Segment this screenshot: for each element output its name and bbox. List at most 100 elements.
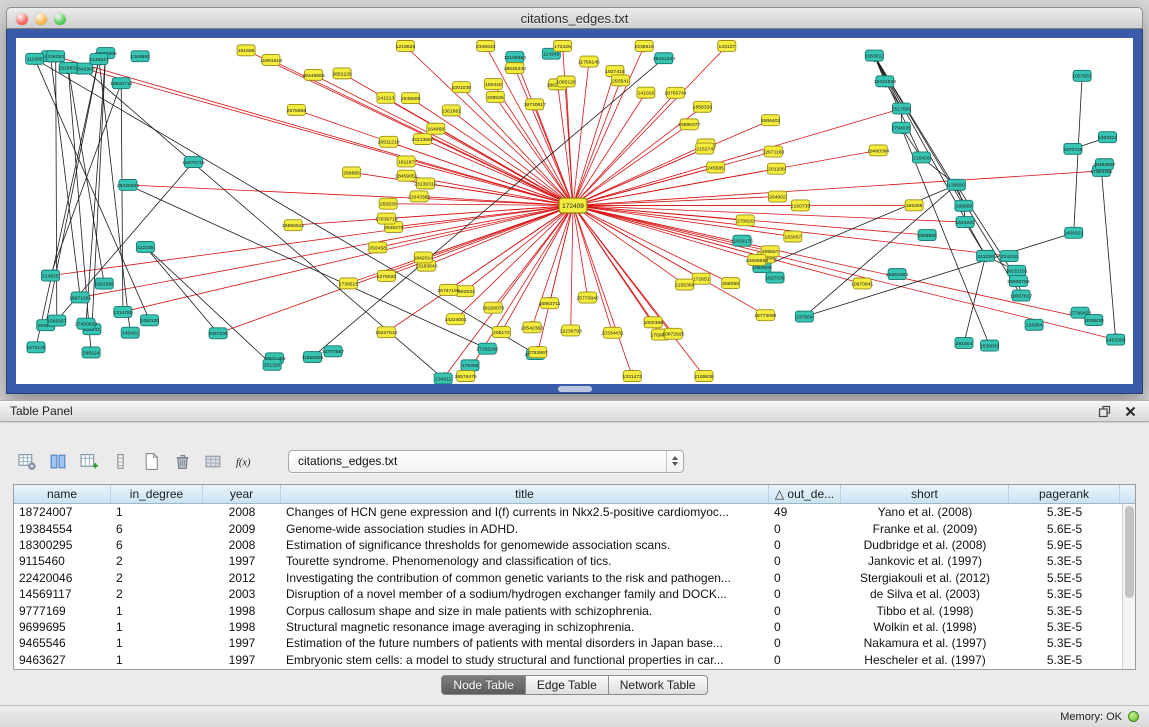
table-row[interactable]: 946362711997Embryonic stem cells: a mode… — [14, 652, 1122, 668]
table-cell: 9115460 — [14, 553, 111, 569]
table-cell: 49 — [769, 504, 841, 520]
table-cell: 2003 — [203, 586, 281, 602]
table-cell: 1 — [111, 635, 203, 651]
svg-text:14224001: 14224001 — [444, 317, 466, 323]
table-cell: Estimation of significance thresholds fo… — [281, 537, 769, 553]
column-header-pagerank[interactable]: pagerank — [1009, 485, 1120, 503]
svg-text:12239793: 12239793 — [560, 328, 582, 334]
close-panel-button[interactable] — [1122, 403, 1139, 420]
table-cell: 0 — [769, 635, 841, 651]
network-svg: 1519922959098512542903195267182146547111… — [16, 38, 1133, 384]
column-header-in_degree[interactable]: in_degree — [111, 485, 203, 503]
table-cell: Tibbo et al. (1998) — [841, 602, 1009, 618]
table-cell: 5.3E-5 — [1009, 504, 1120, 520]
vertical-scrollbar[interactable] — [1122, 504, 1135, 669]
traffic-light-close[interactable] — [16, 13, 28, 25]
column-header-year[interactable]: year — [203, 485, 281, 503]
table-row[interactable]: 1830029562008Estimation of significance … — [14, 537, 1122, 553]
splitter-grip[interactable] — [558, 386, 592, 392]
table-row[interactable]: 1456911722003Disruption of a novel membe… — [14, 586, 1122, 602]
float-panel-button[interactable] — [1096, 403, 1113, 420]
tab-node-table[interactable]: Node Table — [441, 675, 526, 695]
svg-text:1085128: 1085128 — [556, 79, 576, 85]
window-title: citations_edges.txt — [521, 11, 629, 26]
table-cell: de Silva et al. (2003) — [841, 586, 1009, 602]
svg-text:245585: 245585 — [707, 165, 724, 171]
svg-text:172651: 172651 — [693, 277, 710, 283]
svg-text:2155366: 2155366 — [675, 282, 695, 288]
tab-edge-table[interactable]: Edge Table — [526, 675, 609, 695]
window-title-bar[interactable]: citations_edges.txt — [6, 7, 1143, 29]
status-bar: Memory: OK — [0, 705, 1149, 727]
svg-text:12671163: 12671163 — [762, 149, 784, 155]
svg-text:25747195: 25747195 — [437, 288, 459, 294]
delete-entries-icon[interactable] — [169, 449, 195, 473]
import-table-icon[interactable] — [200, 449, 226, 473]
table-mode-icon[interactable] — [14, 449, 40, 473]
table-cell: 9777169 — [14, 602, 111, 618]
svg-text:183057: 183057 — [784, 234, 801, 240]
table-panel-body: f(x) citations_edges.txt namein_degreeye… — [0, 423, 1149, 705]
svg-text:111995: 111995 — [27, 57, 43, 63]
memory-ok-indicator-icon — [1128, 711, 1139, 722]
column-header-out_de[interactable]: △ out_de... — [769, 485, 841, 503]
table-cell: 5.9E-5 — [1009, 537, 1120, 553]
table-cell: 5.3E-5 — [1009, 586, 1120, 602]
svg-text:1672139: 1672139 — [26, 345, 46, 351]
new-row-icon[interactable] — [138, 449, 164, 473]
table-cell: 1 — [111, 602, 203, 618]
network-view[interactable]: 1519922959098512542903195267182146547111… — [16, 38, 1133, 384]
svg-text:20542363: 20542363 — [521, 325, 543, 331]
new-column-icon[interactable] — [76, 449, 102, 473]
column-header-title[interactable]: title — [281, 485, 769, 503]
table-row[interactable]: 946554611997Estimation of the future num… — [14, 635, 1122, 651]
table-cell: Dudbridge et al. (2008) — [841, 537, 1009, 553]
svg-text:26556521: 26556521 — [282, 223, 304, 229]
svg-text:2753997: 2753997 — [528, 350, 548, 356]
table-row[interactable]: 1872400712008Changes of HCN gene express… — [14, 504, 1122, 520]
column-header-name[interactable]: name — [14, 485, 111, 503]
svg-text:1363012: 1363012 — [865, 53, 885, 59]
table-cell: Tourette syndrome. Phenomenology and cla… — [281, 553, 769, 569]
show-columns-icon[interactable] — [45, 449, 71, 473]
tab-network-table[interactable]: Network Table — [609, 675, 708, 695]
svg-text:1842014: 1842014 — [414, 255, 434, 261]
table-row[interactable]: 969969511998Structural magnetic resonanc… — [14, 619, 1122, 635]
svg-text:2635605: 2635605 — [401, 96, 421, 102]
scrollbar-thumb[interactable] — [1125, 506, 1134, 598]
svg-text:141016: 141016 — [638, 91, 655, 97]
svg-text:13183640: 13183640 — [415, 264, 437, 270]
table-selector-combobox[interactable]: citations_edges.txt — [288, 450, 684, 473]
svg-text:134811: 134811 — [435, 376, 452, 382]
svg-text:14707667: 14707667 — [322, 349, 344, 355]
table-cell: 0 — [769, 537, 841, 553]
svg-text:24213560: 24213560 — [411, 137, 433, 143]
table-row[interactable]: 911546021997Tourette syndrome. Phenomeno… — [14, 553, 1122, 569]
svg-text:143127: 143127 — [718, 44, 735, 50]
svg-text:29482587: 29482587 — [1093, 162, 1115, 168]
table-row[interactable]: 2242004622012Investigating the contribut… — [14, 570, 1122, 586]
chevron-down-icon — [672, 462, 678, 466]
table-row[interactable]: 977716911998Corpus callosum shape and si… — [14, 602, 1122, 618]
svg-text:270820: 270820 — [737, 218, 754, 224]
chevron-up-icon — [672, 456, 678, 460]
traffic-light-zoom[interactable] — [54, 13, 66, 25]
svg-text:1565057: 1565057 — [47, 318, 67, 324]
traffic-light-minimize[interactable] — [35, 13, 47, 25]
table-cell: 9465546 — [14, 635, 111, 651]
column-header-short[interactable]: short — [841, 485, 1009, 503]
edit-column-icon[interactable] — [107, 449, 133, 473]
svg-text:27400023: 27400023 — [75, 322, 97, 328]
svg-text:289885: 289885 — [343, 170, 360, 176]
svg-text:241026: 241026 — [977, 254, 994, 260]
table-cell: 0 — [769, 570, 841, 586]
function-builder-icon[interactable]: f(x) — [231, 449, 257, 473]
table-cell: 5.3E-5 — [1009, 619, 1120, 635]
svg-text:215274: 215274 — [696, 146, 713, 152]
svg-text:1670745: 1670745 — [1063, 147, 1083, 153]
table-row[interactable]: 1938455462009Genome-wide association stu… — [14, 520, 1122, 536]
table-cell: 5.3E-5 — [1009, 652, 1120, 668]
svg-text:281004: 281004 — [956, 341, 973, 347]
svg-text:185689: 185689 — [956, 204, 973, 210]
svg-text:13105550: 13105550 — [504, 55, 526, 61]
